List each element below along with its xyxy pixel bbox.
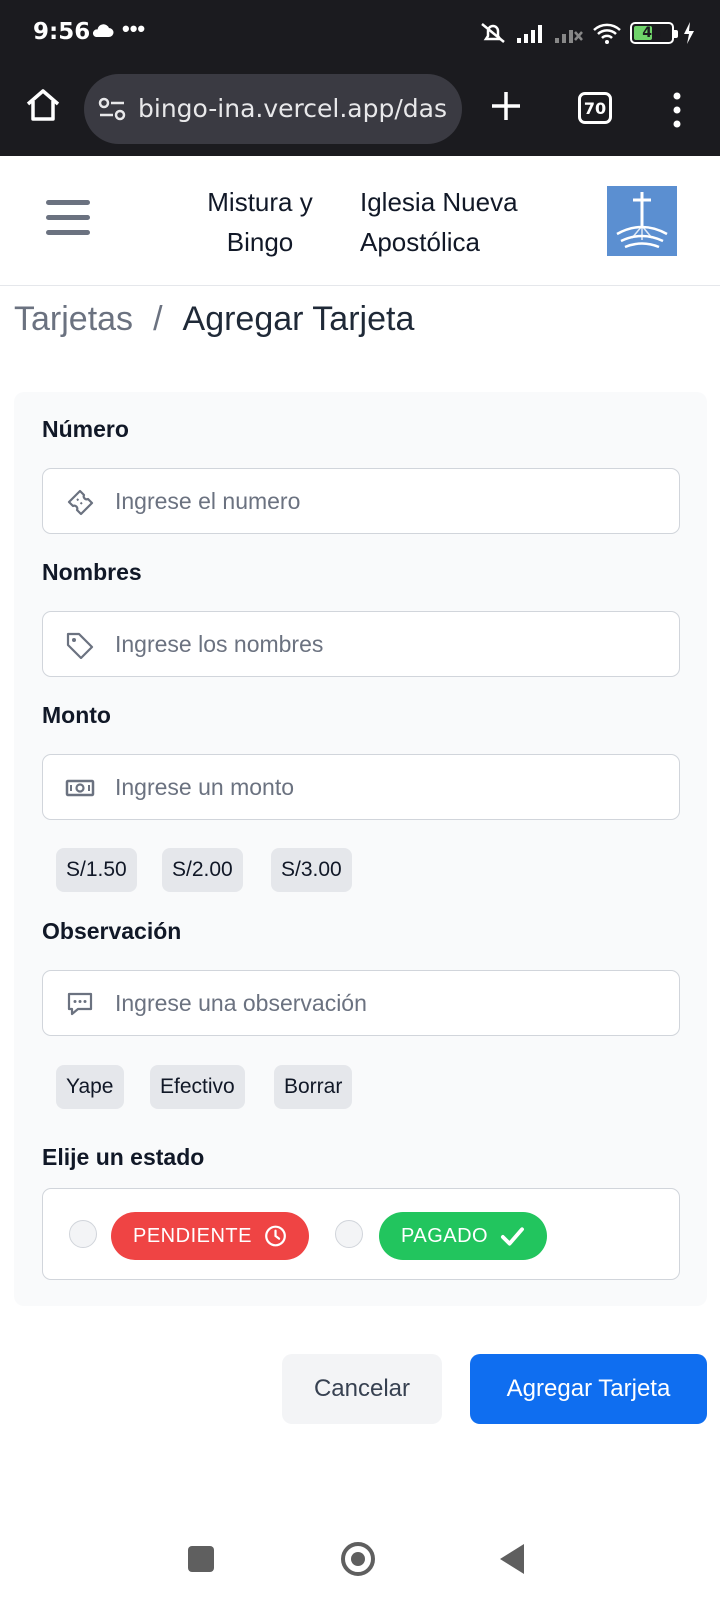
- pagado-badge[interactable]: PAGADO: [379, 1212, 547, 1260]
- more-notifications-icon: •••: [122, 16, 146, 41]
- url-text: bingo-ina.vercel.app/das: [138, 94, 447, 123]
- amount-chip-1-50[interactable]: S/1.50: [56, 848, 137, 892]
- church-logo: [607, 186, 677, 256]
- organization-name-line1: Iglesia Nueva: [360, 187, 518, 217]
- observation-chip-efectivo[interactable]: Efectivo: [150, 1065, 245, 1109]
- tag-icon: [66, 632, 94, 659]
- numero-label: Número: [42, 416, 129, 442]
- status-time: 9:56: [33, 19, 91, 45]
- radio-pendiente[interactable]: [69, 1220, 97, 1248]
- breadcrumb-separator: /: [153, 300, 163, 338]
- battery-icon: 46: [630, 22, 678, 44]
- system-status-bar: 9:56 ••• 46: [0, 0, 720, 66]
- amount-chip-2-00[interactable]: S/2.00: [162, 848, 243, 892]
- app-title: Mistura y Bingo: [190, 182, 330, 262]
- nombres-input[interactable]: Ingrese los nombres: [42, 611, 680, 677]
- nombres-placeholder: Ingrese los nombres: [115, 631, 324, 657]
- amount-chip-3-00[interactable]: S/3.00: [271, 848, 352, 892]
- app-header: Mistura y Bingo Iglesia Nueva Apostólica: [0, 158, 720, 286]
- breadcrumb: Tarjetas / Agregar Tarjeta: [14, 300, 414, 339]
- wifi-icon: [593, 23, 621, 44]
- system-navigation-bar: [0, 1530, 720, 1600]
- menu-icon[interactable]: [46, 200, 90, 240]
- app-title-line1: Mistura y: [207, 187, 313, 217]
- estado-label: Elije un estado: [42, 1144, 205, 1170]
- banknote-icon: [65, 779, 95, 797]
- add-card-button[interactable]: Agregar Tarjeta: [470, 1354, 707, 1424]
- observacion-input[interactable]: Ingrese una observación: [42, 970, 680, 1036]
- nombres-label: Nombres: [42, 559, 142, 585]
- home-button-icon[interactable]: [341, 1542, 375, 1576]
- pagado-label: PAGADO: [401, 1224, 489, 1247]
- monto-placeholder: Ingrese un monto: [115, 774, 295, 800]
- monto-label: Monto: [42, 702, 111, 728]
- page-title: Agregar Tarjeta: [182, 300, 415, 338]
- check-icon: [501, 1227, 525, 1246]
- cancel-button[interactable]: Cancelar: [282, 1354, 442, 1424]
- status-icons: 46: [478, 20, 696, 46]
- ticket-icon: [67, 489, 94, 516]
- pendiente-badge[interactable]: PENDIENTE: [111, 1212, 309, 1260]
- radio-pagado[interactable]: [335, 1220, 363, 1248]
- clock-icon: [265, 1225, 286, 1247]
- browser-menu-icon[interactable]: [672, 92, 682, 128]
- new-tab-icon[interactable]: [486, 86, 526, 126]
- cloud-icon: [92, 24, 114, 37]
- browser-toolbar: bingo-ina.vercel.app/das 70: [0, 66, 720, 156]
- observation-chip-borrar[interactable]: Borrar: [274, 1065, 353, 1109]
- pendiente-label: PENDIENTE: [133, 1224, 252, 1247]
- organization-name-line2: Apostólica: [360, 227, 480, 257]
- site-settings-icon[interactable]: [98, 96, 126, 122]
- numero-input[interactable]: Ingrese el numero: [42, 468, 680, 534]
- monto-input[interactable]: Ingrese un monto: [42, 754, 680, 820]
- numero-placeholder: Ingrese el numero: [115, 488, 301, 514]
- silent-bell-icon: [481, 23, 505, 43]
- charging-icon: [684, 22, 694, 44]
- breadcrumb-parent-link[interactable]: Tarjetas: [14, 300, 133, 338]
- recent-apps-icon[interactable]: [188, 1546, 214, 1572]
- signal-icon: [517, 25, 542, 43]
- address-bar[interactable]: bingo-ina.vercel.app/das: [84, 74, 462, 144]
- signal-weak-icon: [555, 30, 583, 43]
- observacion-label: Observación: [42, 918, 182, 944]
- home-icon[interactable]: [24, 86, 62, 124]
- back-icon[interactable]: [500, 1544, 524, 1574]
- organization-name: Iglesia Nueva Apostólica: [360, 182, 560, 262]
- tab-switcher-button[interactable]: 70: [578, 92, 612, 124]
- estado-radio-group: PENDIENTE PAGADO: [42, 1188, 680, 1280]
- observation-chip-yape[interactable]: Yape: [56, 1065, 124, 1109]
- observacion-placeholder: Ingrese una observación: [115, 990, 367, 1016]
- chat-bubble-icon: [67, 992, 93, 1016]
- battery-level: 46: [642, 25, 662, 41]
- app-title-line2: Bingo: [226, 227, 294, 257]
